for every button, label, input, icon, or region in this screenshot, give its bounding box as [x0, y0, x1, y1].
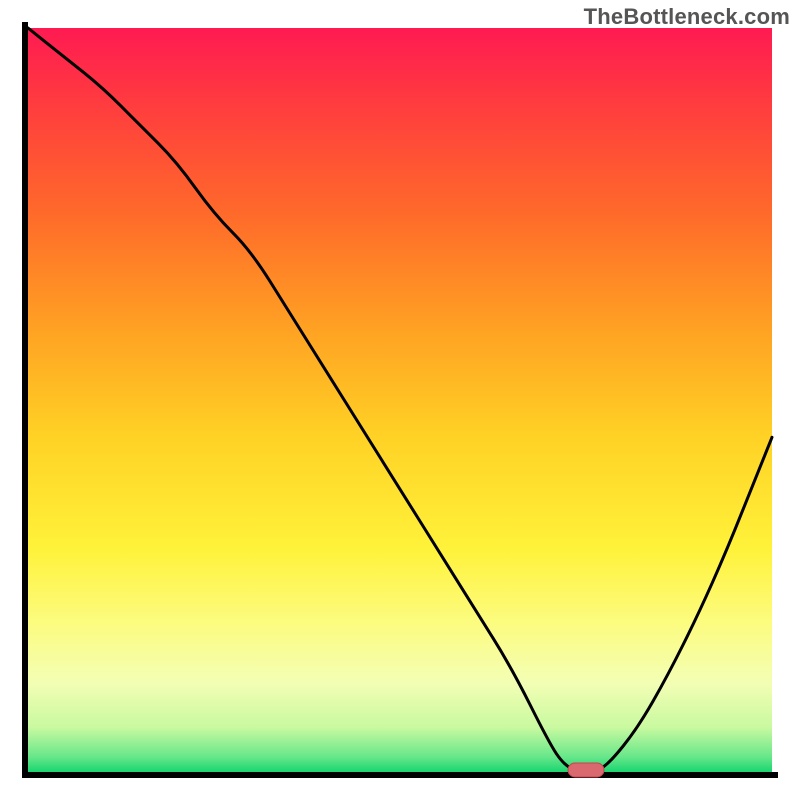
- bottleneck-chart: [0, 0, 800, 800]
- selected-marker: [568, 763, 604, 777]
- watermark-label: TheBottleneck.com: [584, 4, 790, 30]
- plot-area: [28, 28, 772, 772]
